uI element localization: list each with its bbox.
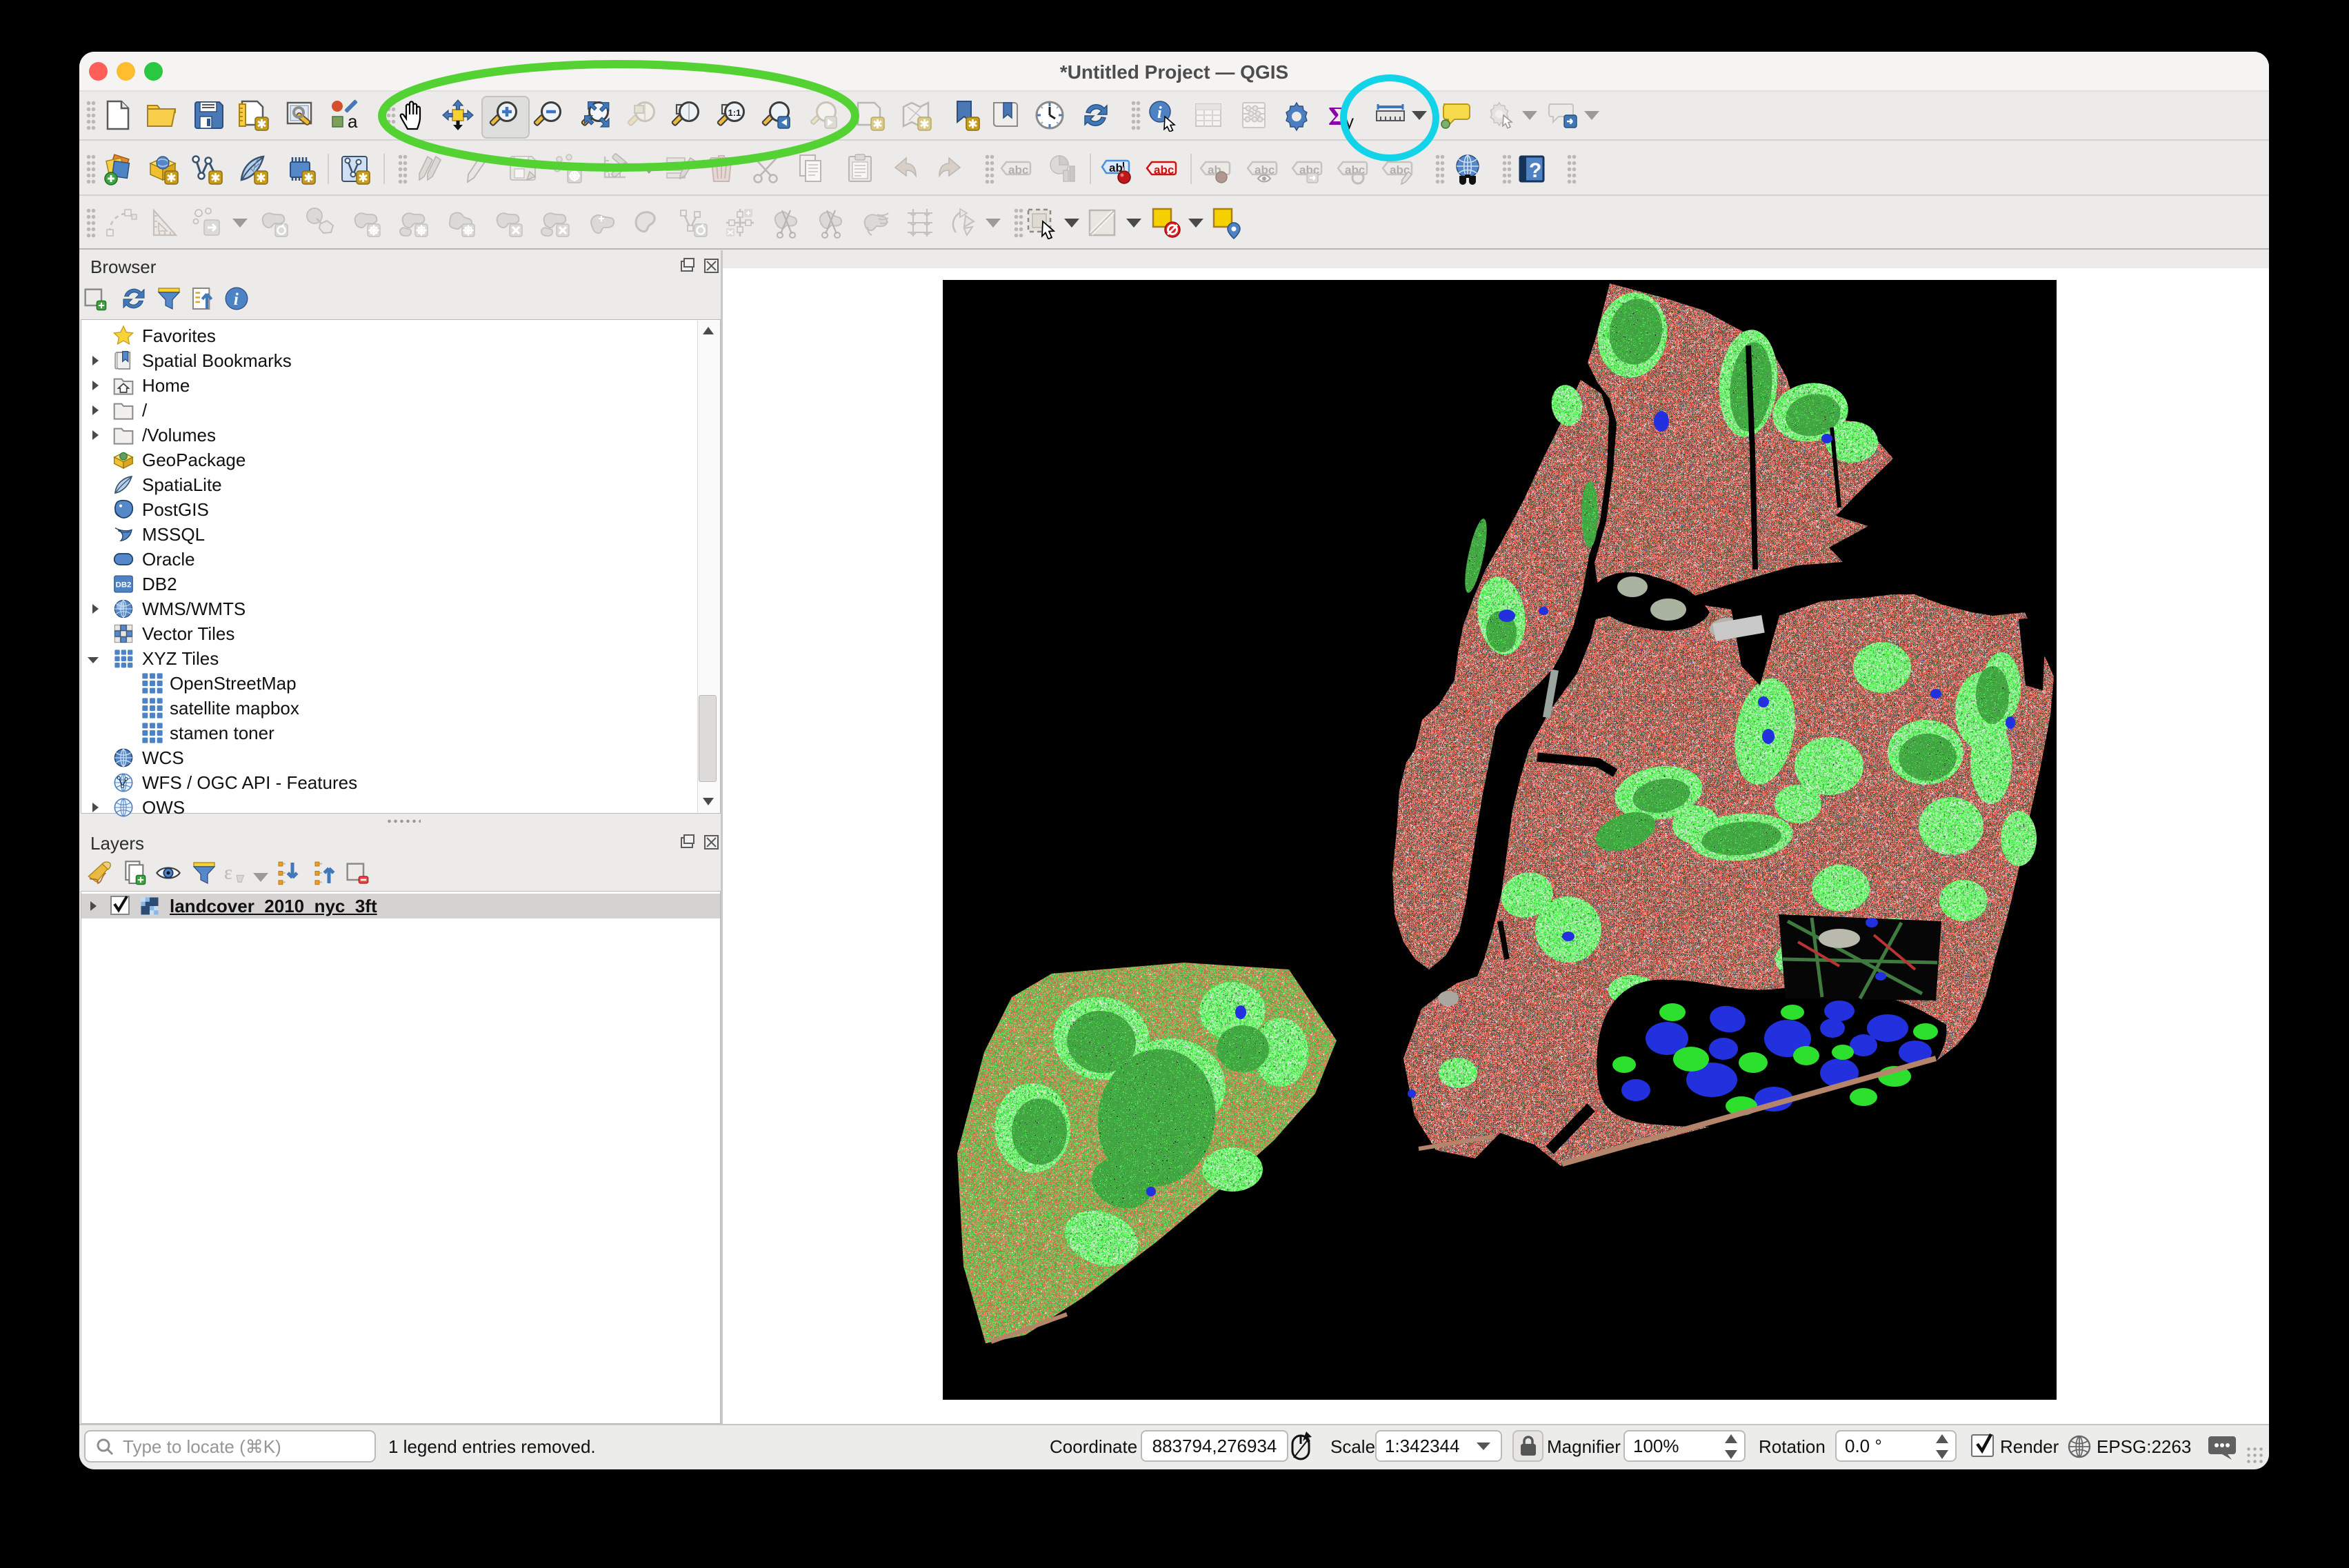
svg-text:abc: abc bbox=[1154, 163, 1174, 177]
svg-text:i: i bbox=[234, 290, 239, 309]
svg-text:abc: abc bbox=[1008, 163, 1028, 177]
svg-text:1:1: 1:1 bbox=[728, 108, 741, 118]
svg-text:a: a bbox=[348, 111, 358, 132]
svg-text:?: ? bbox=[1529, 159, 1541, 182]
svg-text:Σ: Σ bbox=[1328, 102, 1346, 131]
svg-text:y: y bbox=[1345, 111, 1354, 132]
svg-text:DB2: DB2 bbox=[116, 581, 132, 590]
svg-text:i: i bbox=[1157, 104, 1162, 122]
svg-text:ε: ε bbox=[224, 862, 232, 883]
